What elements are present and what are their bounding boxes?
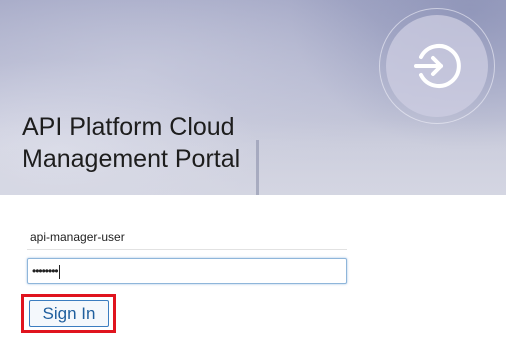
password-mask: •••••••• [32, 264, 59, 278]
username-input[interactable] [27, 224, 347, 250]
login-badge [379, 8, 495, 124]
page-title-line-1: API Platform Cloud [22, 113, 235, 141]
sign-in-button[interactable]: Sign In [29, 300, 109, 327]
page-title-line-2: Management Portal [22, 145, 241, 173]
sign-in-arrow-icon [414, 44, 461, 88]
password-input[interactable]: •••••••• [27, 258, 347, 284]
text-caret [58, 264, 60, 279]
header-banner: API Platform Cloud Management Portal [0, 0, 506, 195]
login-badge-disc [386, 15, 488, 117]
page-title: API Platform Cloud Management Portal [22, 111, 342, 175]
